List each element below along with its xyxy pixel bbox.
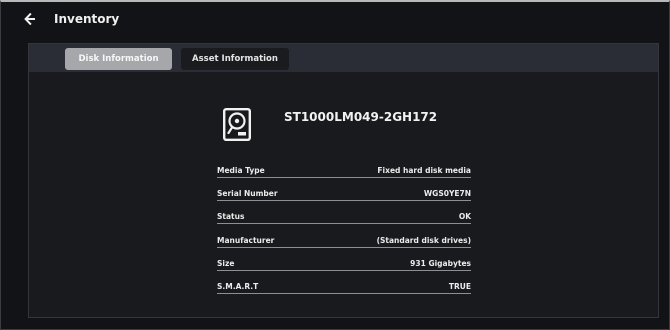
property-value: Fixed hard disk media — [377, 166, 471, 175]
header: Inventory — [20, 8, 119, 30]
tab-asset-information[interactable]: Asset Information — [181, 48, 289, 70]
tab-bar: Disk Information Asset Information — [29, 44, 658, 72]
property-value: OK — [458, 212, 471, 222]
property-row-media-type: Media Type Fixed hard disk media — [217, 165, 471, 188]
disk-properties: Media Type Fixed hard disk media Serial … — [217, 165, 471, 304]
property-label: Media Type — [217, 166, 265, 175]
tab-disk-information[interactable]: Disk Information — [65, 48, 172, 70]
property-row-manufacturer: Manufacturer (Standard disk drives) — [217, 235, 471, 258]
property-value: TRUE — [448, 281, 471, 291]
property-row-smart: S.M.A.R.T TRUE — [217, 281, 471, 304]
back-button[interactable] — [20, 9, 40, 29]
property-label: Serial Number — [217, 189, 278, 199]
page-title: Inventory — [54, 12, 120, 26]
inventory-panel: Disk Information Asset Information ST100… — [28, 43, 659, 318]
property-value: WGS0YE7N — [423, 189, 471, 199]
hard-disk-icon — [223, 108, 251, 141]
property-label: Manufacturer — [217, 235, 275, 245]
disk-model-title: ST1000LM049-2GH172 — [284, 110, 438, 124]
property-value: 931 Gigabytes — [410, 258, 471, 268]
property-value: (Standard disk drives) — [376, 235, 471, 245]
property-row-serial-number: Serial Number WGS0YE7N — [217, 188, 471, 211]
property-label: S.M.A.R.T — [217, 281, 259, 291]
property-label: Status — [217, 212, 245, 222]
property-label: Size — [217, 258, 235, 268]
property-row-status: Status OK — [217, 211, 471, 234]
arrow-left-icon — [24, 13, 35, 25]
property-row-size: Size 931 Gigabytes — [217, 258, 471, 281]
